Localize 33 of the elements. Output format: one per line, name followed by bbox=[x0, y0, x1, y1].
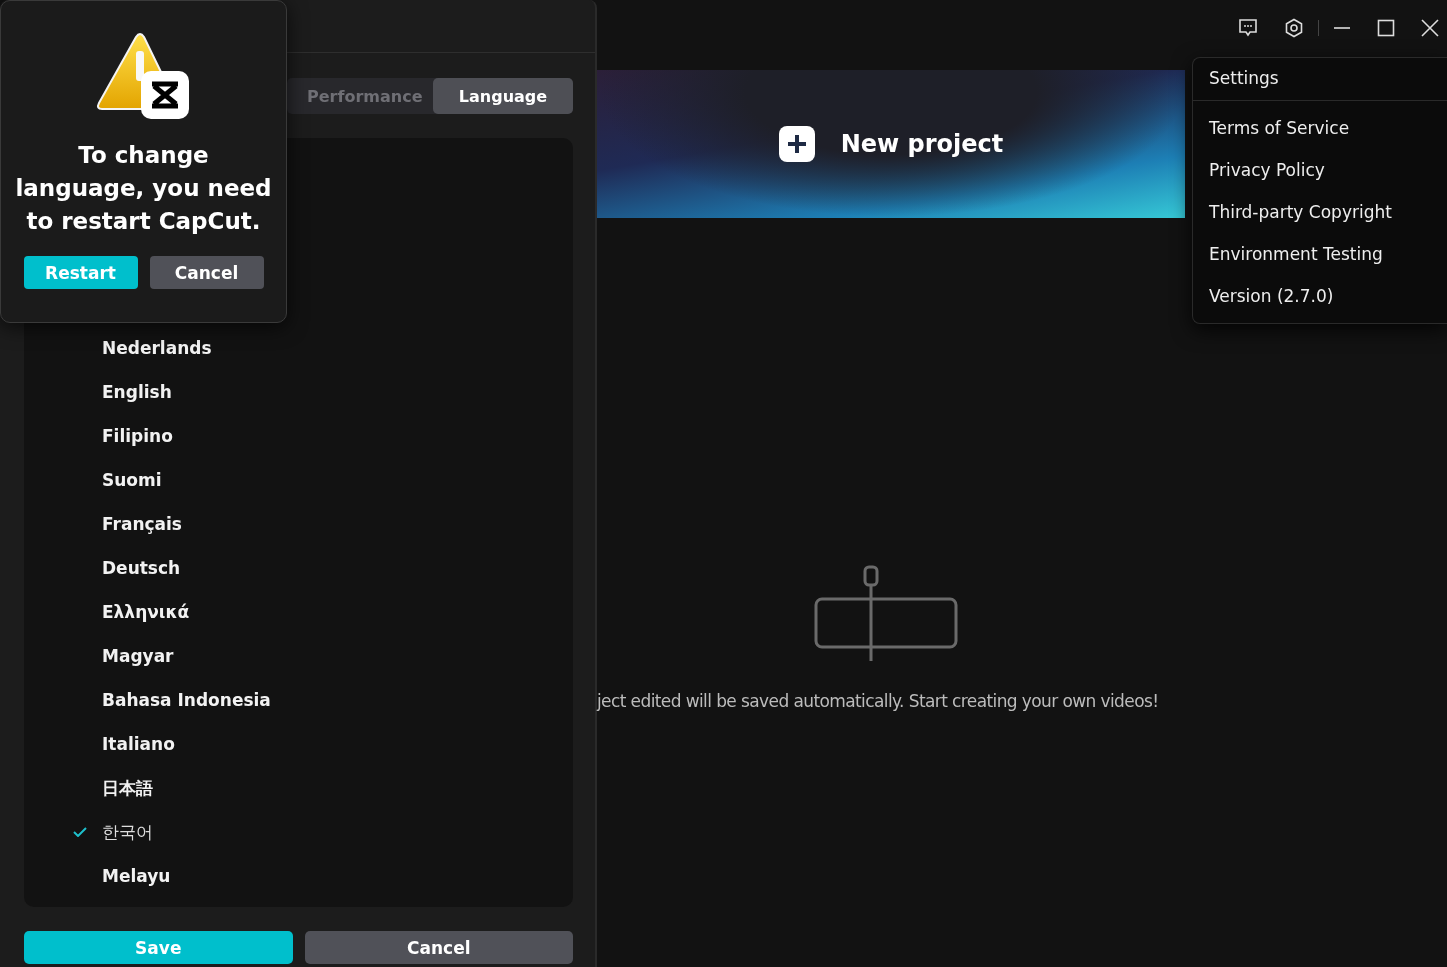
language-option[interactable]: English bbox=[102, 382, 172, 402]
menu-title: Settings bbox=[1193, 58, 1447, 101]
language-option[interactable]: Italiano bbox=[102, 734, 175, 754]
menu-item[interactable]: Version (2.7.0) bbox=[1193, 275, 1447, 317]
close-icon[interactable] bbox=[1421, 19, 1439, 37]
language-option[interactable]: Français bbox=[102, 514, 182, 534]
cancel-button[interactable]: Cancel bbox=[149, 256, 264, 289]
empty-project-icon bbox=[814, 565, 958, 663]
language-option[interactable]: Deutsch bbox=[102, 558, 181, 578]
language-option[interactable]: Suomi bbox=[102, 470, 162, 490]
language-option[interactable]: Ελληνικά bbox=[102, 602, 190, 622]
feedback-icon[interactable] bbox=[1238, 18, 1258, 38]
language-option[interactable]: Nederlands bbox=[102, 338, 212, 358]
language-option[interactable]: Filipino bbox=[102, 426, 173, 446]
new-project-banner[interactable]: New project bbox=[597, 70, 1185, 218]
popup-message: To change language, you need to restart CapCut. bbox=[14, 141, 273, 236]
new-project-label: New project bbox=[840, 130, 1004, 158]
menu-item[interactable]: Privacy Policy bbox=[1193, 149, 1447, 191]
minimize-icon[interactable] bbox=[1333, 26, 1351, 30]
plus-icon bbox=[778, 126, 815, 162]
language-option[interactable]: Bahasa Indonesia bbox=[102, 690, 271, 710]
cancel-button[interactable]: Cancel bbox=[304, 931, 573, 964]
language-option[interactable]: Magyar bbox=[102, 646, 174, 666]
menu-item[interactable]: Environment Testing bbox=[1193, 233, 1447, 275]
menu-item[interactable]: Third-party Copyright bbox=[1193, 191, 1447, 233]
maximize-icon[interactable] bbox=[1377, 19, 1395, 37]
empty-state-text: ject edited will be saved automatically. Start creating your own videos! bbox=[597, 691, 1159, 711]
tab[interactable]: Language bbox=[433, 78, 573, 114]
language-option[interactable]: 日本語 bbox=[102, 776, 153, 800]
language-option[interactable]: Melayu bbox=[102, 866, 171, 886]
settings-icon[interactable] bbox=[1284, 18, 1304, 38]
language-option[interactable]: 한국어 bbox=[102, 820, 153, 844]
menu-item[interactable]: Terms of Service bbox=[1193, 107, 1447, 149]
